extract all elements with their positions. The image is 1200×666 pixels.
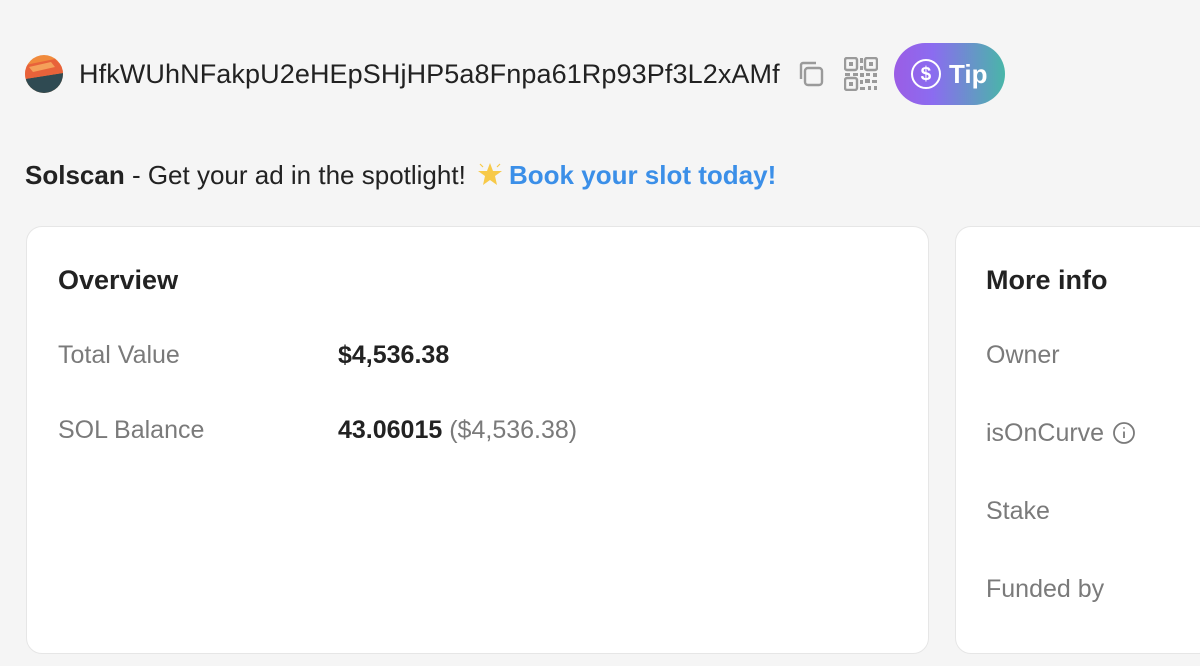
ad-brand: Solscan — [25, 160, 125, 190]
sol-balance-label: SOL Balance — [58, 416, 205, 444]
dollar-circle-icon: $ — [910, 59, 941, 89]
qr-code-icon[interactable] — [843, 57, 878, 91]
glowing-star-icon — [477, 161, 503, 194]
owner-label: Owner — [986, 341, 1060, 369]
copy-icon[interactable] — [794, 57, 828, 91]
sol-balance: 43.06015 ($4,536.38) — [338, 416, 577, 445]
book-slot-link[interactable]: Book your slot today! — [509, 160, 776, 190]
overview-card: Overview Total Value $4,536.38 SOL Balan… — [26, 226, 929, 654]
account-header: HfkWUhNFakpU2eHEpSHjHP5a8Fnpa61Rp93Pf3L2… — [25, 43, 1005, 105]
ad-text: - Get your ad in the spotlight! — [124, 160, 474, 190]
is-on-curve-row: isOnCurve — [986, 419, 1136, 452]
total-value: $4,536.38 — [338, 341, 449, 370]
sol-balance-usd: ($4,536.38) — [449, 416, 578, 444]
account-address: HfkWUhNFakpU2eHEpSHjHP5a8Fnpa61Rp93Pf3L2… — [79, 58, 780, 89]
overview-title: Overview — [58, 265, 179, 295]
account-page: HfkWUhNFakpU2eHEpSHjHP5a8Fnpa61Rp93Pf3L2… — [0, 0, 1200, 666]
sol-balance-amount: 43.06015 — [338, 416, 443, 444]
tip-label: Tip — [948, 58, 988, 89]
total-value-label: Total Value — [58, 341, 180, 369]
ad-banner: Solscan - Get your ad in the spotlight! … — [25, 160, 776, 194]
more-info-title: More info — [986, 265, 1108, 295]
stake-label: Stake — [986, 497, 1050, 525]
info-icon[interactable] — [1112, 421, 1136, 452]
funded-by-label: Funded by — [986, 575, 1105, 603]
is-on-curve-label: isOnCurve — [986, 419, 1105, 447]
tip-button[interactable]: $ Tip — [893, 43, 1005, 105]
wallet-avatar-icon — [25, 55, 63, 93]
more-info-card: More info Owner isOnCurve Stake Funded b… — [955, 226, 1200, 654]
total-value-amount: $4,536.38 — [338, 341, 450, 369]
